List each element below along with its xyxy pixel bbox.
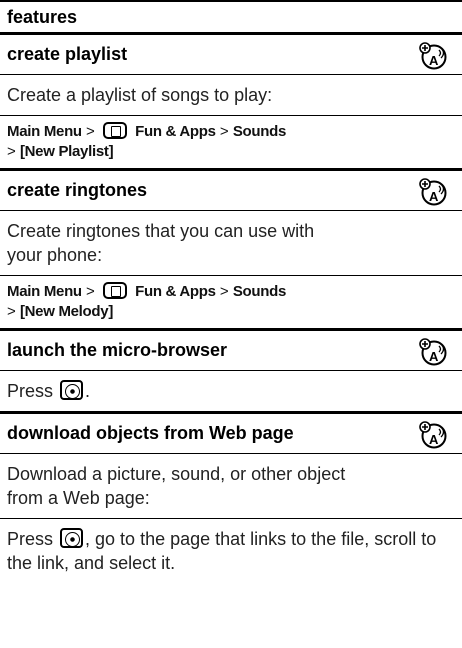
feature-title-row: download objects from Web page A <box>0 414 462 454</box>
feature-title-row: launch the micro-browser A <box>0 331 462 371</box>
network-feature-icon: A <box>419 42 447 70</box>
svg-text:A: A <box>429 189 439 204</box>
network-feature-icon: A <box>419 421 447 449</box>
path-new-playlist: [New Playlist] <box>19 143 114 160</box>
path-main-menu: Main Menu <box>7 283 82 300</box>
table-header: features <box>0 2 462 35</box>
path-sep: > <box>219 123 229 140</box>
table-header-title: features <box>7 6 78 27</box>
path-new-melody: [New Melody] <box>19 303 114 320</box>
browser-key-icon <box>60 528 84 548</box>
path-sounds: Sounds <box>232 123 287 140</box>
path-sep: > <box>85 283 95 300</box>
browser-key-icon <box>60 380 84 400</box>
feature-menu-path: Main Menu > Fun & Apps > Sounds > [New M… <box>0 276 462 331</box>
path-sep: > <box>7 303 16 320</box>
path-main-menu: Main Menu <box>7 123 82 140</box>
features-table: features create playlist A Create a play… <box>0 0 462 583</box>
svg-text:A: A <box>429 432 439 447</box>
svg-text:A: A <box>429 349 439 364</box>
path-sep: > <box>7 143 16 160</box>
path-fun-apps: Fun & Apps <box>135 123 216 140</box>
network-feature-icon: A <box>419 178 447 206</box>
fun-apps-menu-icon <box>102 282 127 299</box>
feature-title: create ringtones <box>7 180 148 200</box>
feature-description: Create a playlist of songs to play: <box>0 75 462 116</box>
feature-instructions: Press , go to the page that links to the… <box>0 519 462 583</box>
path-sounds: Sounds <box>232 283 287 300</box>
feature-description: Press . <box>0 371 462 414</box>
feature-title-row: create ringtones A <box>0 171 462 211</box>
path-sep: > <box>85 123 95 140</box>
svg-text:A: A <box>429 53 439 68</box>
feature-description: Download a picture, sound, or other obje… <box>0 454 462 519</box>
feature-title: create playlist <box>7 44 128 64</box>
feature-description: Create ringtones that you can use with y… <box>0 211 462 276</box>
press-text: Press <box>7 529 54 549</box>
press-text: Press <box>7 381 54 401</box>
path-sep: > <box>219 283 229 300</box>
network-feature-icon: A <box>419 338 447 366</box>
manual-page: features create playlist A Create a play… <box>0 0 462 648</box>
feature-menu-path: Main Menu > Fun & Apps > Sounds > [New P… <box>0 116 462 171</box>
period-text: . <box>85 381 91 401</box>
path-fun-apps: Fun & Apps <box>135 283 216 300</box>
feature-title: download objects from Web page <box>7 423 294 443</box>
feature-title: launch the micro-browser <box>7 340 228 360</box>
fun-apps-menu-icon <box>102 122 127 139</box>
feature-title-row: create playlist A <box>0 35 462 75</box>
